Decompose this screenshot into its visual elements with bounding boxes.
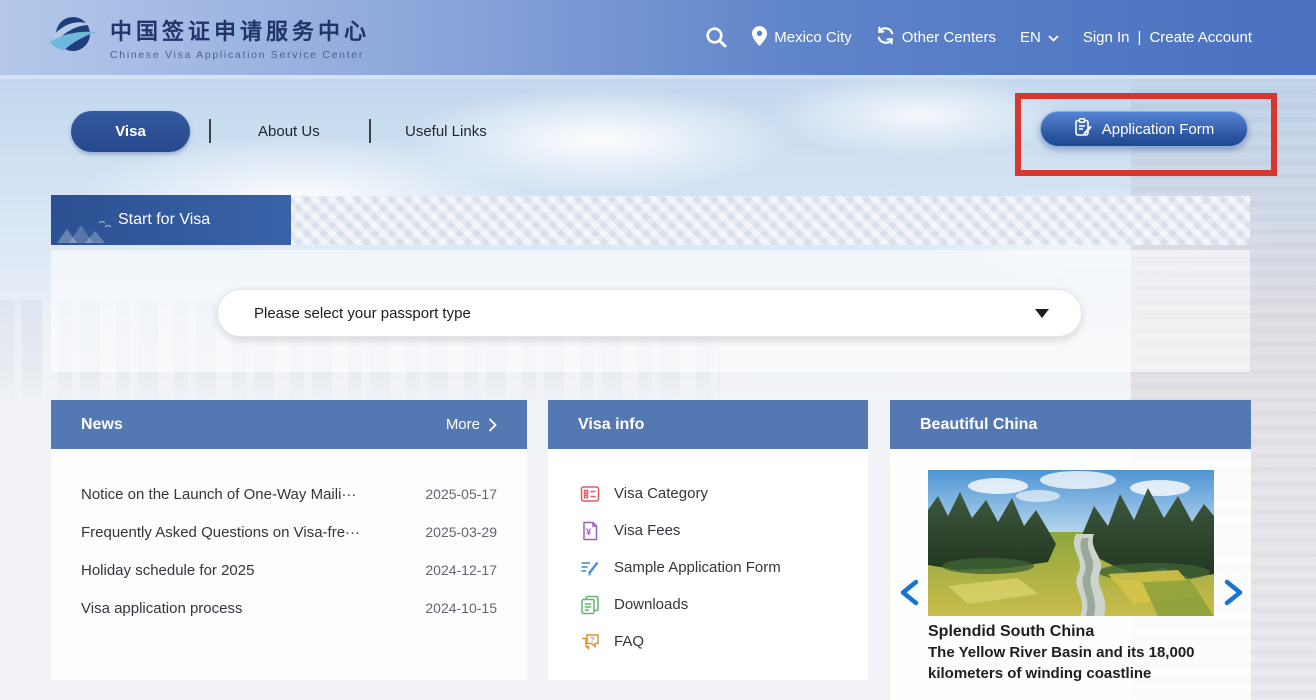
logo-title-en: Chinese Visa Application Service Center [110, 49, 370, 61]
visa-info-label: Downloads [614, 596, 688, 613]
carousel-caption[interactable]: Splendid South China The Yellow River Ba… [928, 621, 1220, 684]
news-list: Notice on the Launch of One-Way Maili···… [51, 449, 527, 680]
more-label: More [446, 416, 480, 433]
beautiful-china-title: Beautiful China [920, 416, 1037, 434]
downloads-icon [580, 595, 600, 615]
visa-info-item-sample-form[interactable]: Sample Application Form [580, 549, 868, 586]
news-more-link[interactable]: More [446, 416, 497, 433]
create-account-link[interactable]: Create Account [1149, 29, 1252, 46]
nav-divider [209, 119, 211, 143]
top-header: 中国签证申请服务中心 Chinese Visa Application Serv… [0, 0, 1316, 75]
faq-icon: ? [580, 632, 600, 652]
visa-info-item-downloads[interactable]: Downloads [580, 586, 868, 623]
visa-fees-icon: ¥ [580, 521, 600, 541]
svg-text:?: ? [590, 635, 595, 644]
logo-title-cn: 中国签证申请服务中心 [110, 14, 370, 46]
news-item[interactable]: Notice on the Launch of One-Way Maili···… [81, 475, 497, 513]
dropdown-caret-icon [1035, 309, 1049, 318]
visa-info-title: Visa info [578, 416, 644, 434]
visa-info-label: Sample Application Form [614, 559, 781, 576]
chevron-right-icon [488, 418, 497, 432]
visa-info-section: Visa info Visa Category ¥ Visa Fees [548, 400, 868, 680]
site-logo[interactable]: 中国签证申请服务中心 Chinese Visa Application Serv… [48, 12, 370, 63]
application-form-label: Application Form [1102, 121, 1215, 138]
passport-selector-panel: Please select your passport type [51, 250, 1250, 372]
news-item-date: 2024-10-15 [425, 600, 497, 616]
visa-info-list: Visa Category ¥ Visa Fees Sample Applica… [548, 449, 868, 680]
caption-title: Splendid South China [928, 621, 1220, 642]
visa-start-band: Start for Visa [51, 196, 1250, 245]
visa-info-header: Visa info [548, 400, 868, 449]
news-item[interactable]: Frequently Asked Questions on Visa-fre··… [81, 513, 497, 551]
tab-start-for-visa[interactable]: Start for Visa [51, 195, 291, 245]
beautiful-china-header: Beautiful China [890, 400, 1251, 449]
sample-form-icon [580, 558, 600, 578]
beautiful-china-section: Beautiful China [890, 400, 1251, 700]
passport-type-dropdown[interactable]: Please select your passport type [217, 289, 1082, 337]
news-item-title: Visa application process [81, 600, 242, 617]
language-selector[interactable]: EN [1020, 29, 1059, 46]
chevron-down-icon [1048, 29, 1059, 46]
beautiful-china-carousel: Splendid South China The Yellow River Ba… [890, 449, 1251, 700]
mountains-decoration-icon [55, 217, 117, 243]
auth-links: Sign In | Create Account [1083, 29, 1252, 46]
page: 中国签证申请服务中心 Chinese Visa Application Serv… [0, 0, 1316, 700]
application-form-button[interactable]: Application Form [1040, 111, 1248, 147]
tab-about-us[interactable]: About Us [258, 111, 320, 152]
search-icon[interactable] [705, 26, 728, 49]
news-section: News More Notice on the Launch of One-Wa… [51, 400, 527, 680]
visa-info-label: Visa Fees [614, 522, 680, 539]
tab-visa[interactable]: Visa [71, 111, 190, 152]
other-centers-label: Other Centers [902, 29, 996, 46]
form-pen-icon [1074, 118, 1093, 141]
visa-info-item-fees[interactable]: ¥ Visa Fees [580, 512, 868, 549]
start-for-visa-label: Start for Visa [118, 211, 210, 229]
news-item-title: Notice on the Launch of One-Way Maili··· [81, 486, 356, 503]
logo-globe-icon [48, 12, 98, 63]
tab-useful-links[interactable]: Useful Links [405, 111, 487, 152]
news-item-title: Holiday schedule for 2025 [81, 562, 254, 579]
other-centers-link[interactable]: Other Centers [876, 26, 996, 49]
switch-centers-icon [876, 26, 895, 49]
passport-type-placeholder: Please select your passport type [254, 305, 1035, 322]
caption-text: The Yellow River Basin and its 18,000 ki… [928, 642, 1220, 684]
news-item-date: 2024-12-17 [425, 562, 497, 578]
news-item[interactable]: Holiday schedule for 2025 2024-12-17 [81, 551, 497, 589]
header-utility-bar: Mexico City Other Centers EN Sign In | C… [705, 0, 1252, 75]
language-label: EN [1020, 29, 1041, 46]
city-label: Mexico City [774, 29, 852, 46]
visa-info-label: Visa Category [614, 485, 708, 502]
city-selector[interactable]: Mexico City [752, 26, 852, 50]
auth-divider: | [1138, 29, 1142, 46]
carousel-prev-arrow-icon[interactable] [898, 579, 920, 606]
news-item[interactable]: Visa application process 2024-10-15 [81, 589, 497, 627]
news-title: News [81, 416, 123, 434]
visa-info-label: FAQ [614, 633, 644, 650]
visa-info-item-category[interactable]: Visa Category [580, 475, 868, 512]
sign-in-link[interactable]: Sign In [1083, 29, 1130, 46]
carousel-photo[interactable] [928, 470, 1214, 616]
news-header: News More [51, 400, 527, 449]
news-item-title: Frequently Asked Questions on Visa-fre··… [81, 524, 360, 541]
location-pin-icon [752, 26, 767, 50]
visa-info-item-faq[interactable]: ? FAQ [580, 623, 868, 660]
carousel-next-arrow-icon[interactable] [1223, 579, 1245, 606]
logo-text: 中国签证申请服务中心 Chinese Visa Application Serv… [110, 14, 370, 61]
visa-category-icon [580, 484, 600, 504]
svg-text:¥: ¥ [586, 527, 592, 538]
news-item-date: 2025-05-17 [425, 486, 497, 502]
nav-divider [369, 119, 371, 143]
news-item-date: 2025-03-29 [425, 524, 497, 540]
